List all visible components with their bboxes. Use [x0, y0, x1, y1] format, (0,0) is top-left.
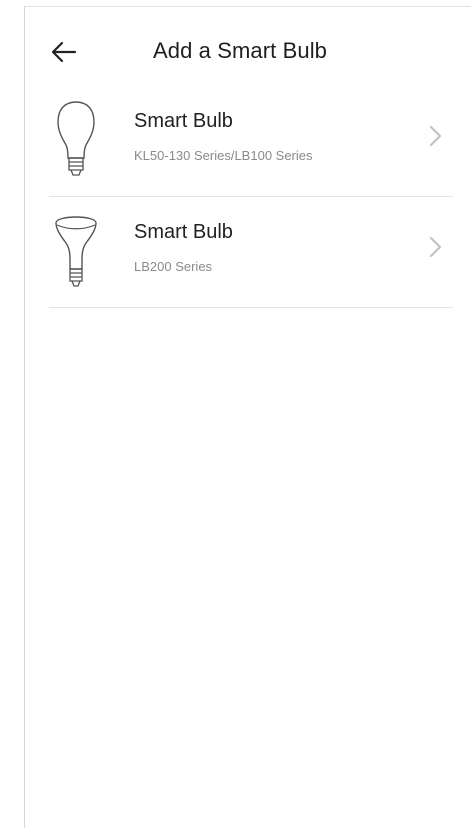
br30-flood-bulb-icon [55, 216, 97, 287]
bulb-item-subtitle: KL50-130 Series/LB100 Series [134, 148, 313, 163]
back-button[interactable] [51, 41, 81, 67]
bulb-item-title: Smart Bulb [134, 221, 233, 243]
bulb-list: Smart Bulb KL50-130 Series/LB100 Series … [49, 86, 453, 308]
bulb-item-lb200[interactable]: Smart Bulb LB200 Series [49, 197, 453, 308]
bulb-item-title: Smart Bulb [134, 110, 233, 132]
page-title: Add a Smart Bulb [153, 38, 328, 63]
bulb-item-kl50-lb100[interactable]: Smart Bulb KL50-130 Series/LB100 Series [49, 86, 453, 197]
chevron-right-icon [429, 236, 442, 258]
chevron-right-icon [429, 125, 442, 147]
bulb-item-subtitle: LB200 Series [134, 259, 213, 274]
header: Add a Smart Bulb [25, 7, 472, 93]
a19-bulb-icon [57, 101, 95, 176]
arrow-left-icon [51, 41, 77, 63]
app-screen: Add a Smart Bulb Smart Bulb KL50-130 Ser… [24, 6, 471, 828]
